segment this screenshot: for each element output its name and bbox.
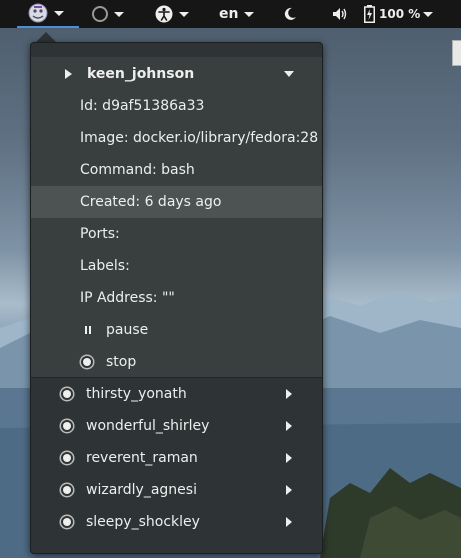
docker-menu-button[interactable] [17,0,79,28]
container-name: wizardly_agnesi [86,482,197,498]
battery-percentage: 100 % [379,7,421,21]
volume-icon [332,7,348,21]
system-menu-button[interactable] [423,0,437,28]
chevron-right-icon [286,485,292,495]
container-name: keen_johnson [87,66,195,82]
container-status-icon [63,390,71,398]
stop-label: stop [106,354,137,370]
chevron-down-icon [114,11,124,17]
chevron-right-icon [286,517,292,527]
stop-button[interactable]: stop [31,346,322,378]
detail-id-label: Id: d9af51386a33 [80,98,205,114]
detail-labels-label: Labels: [80,258,130,274]
container-name: wonderful_shirley [86,418,210,434]
container-item-thirsty-yonath[interactable]: thirsty_yonath [31,378,322,410]
pause-label: pause [106,322,149,338]
container-item-reverent-raman[interactable]: reverent_raman [31,442,322,474]
container-status-icon [63,486,71,494]
container-name: sleepy_shockley [86,514,200,530]
battery-indicator[interactable]: 100 % [364,0,422,28]
detail-ip-address-label: IP Address: "" [80,290,175,306]
detail-ports-label: Ports: [80,226,120,242]
docker-containers-menu: keen_johnson Id: d9af51386a33 Image: doc… [30,42,323,554]
container-name: reverent_raman [86,450,198,466]
volume-indicator[interactable] [332,0,348,28]
container-status-icon [63,422,71,430]
detail-command[interactable]: Command: bash [31,154,322,186]
battery-charging-icon [364,5,375,23]
container-status-icon [63,454,71,462]
language-label: en [219,6,239,22]
container-item-wonderful-shirley[interactable]: wonderful_shirley [31,410,322,442]
container-item-sleepy-shockley[interactable]: sleepy_shockley [31,506,322,538]
menu-pointer [36,32,56,42]
pause-icon [85,326,91,334]
detail-image[interactable]: Image: docker.io/library/fedora:28 [31,122,322,154]
accessibility-icon [155,5,173,23]
status-menu-button[interactable] [92,0,128,28]
night-light-moon-icon [283,7,297,21]
detail-created-label: Created: 6 days ago [80,194,222,210]
detail-created[interactable]: Created: 6 days ago [31,186,322,218]
chevron-down-icon [179,11,189,17]
container-item-wizardly-agnesi[interactable]: wizardly_agnesi [31,474,322,506]
container-item-keen-johnson[interactable]: keen_johnson [31,58,322,90]
night-light-indicator[interactable] [283,0,299,28]
stop-icon [83,358,91,366]
detail-id[interactable]: Id: d9af51386a33 [31,90,322,122]
container-status-icon [63,518,71,526]
detail-image-label: Image: docker.io/library/fedora:28 [80,130,319,146]
detail-labels[interactable]: Labels: [31,250,322,282]
chevron-right-icon [286,421,292,431]
detail-command-label: Command: bash [80,162,195,178]
circle-status-icon [92,6,108,22]
chevron-down-icon [284,71,294,77]
chevron-down-icon [54,10,64,16]
pause-button[interactable]: pause [31,314,322,346]
play-icon [65,69,72,79]
detail-ports[interactable]: Ports: [31,218,322,250]
system-menu-arrow-icon [423,11,433,17]
docker-whale-icon [28,3,48,23]
chevron-right-icon [286,389,292,399]
language-menu-button[interactable]: en [219,0,263,28]
chevron-down-icon [244,11,255,17]
accessibility-menu-button[interactable] [155,0,195,28]
chevron-right-icon [286,453,292,463]
container-name: thirsty_yonath [86,386,187,402]
top-panel: en 100 % [0,0,461,28]
detail-ip-address[interactable]: IP Address: "" [31,282,322,314]
background-window-edge [452,40,461,66]
